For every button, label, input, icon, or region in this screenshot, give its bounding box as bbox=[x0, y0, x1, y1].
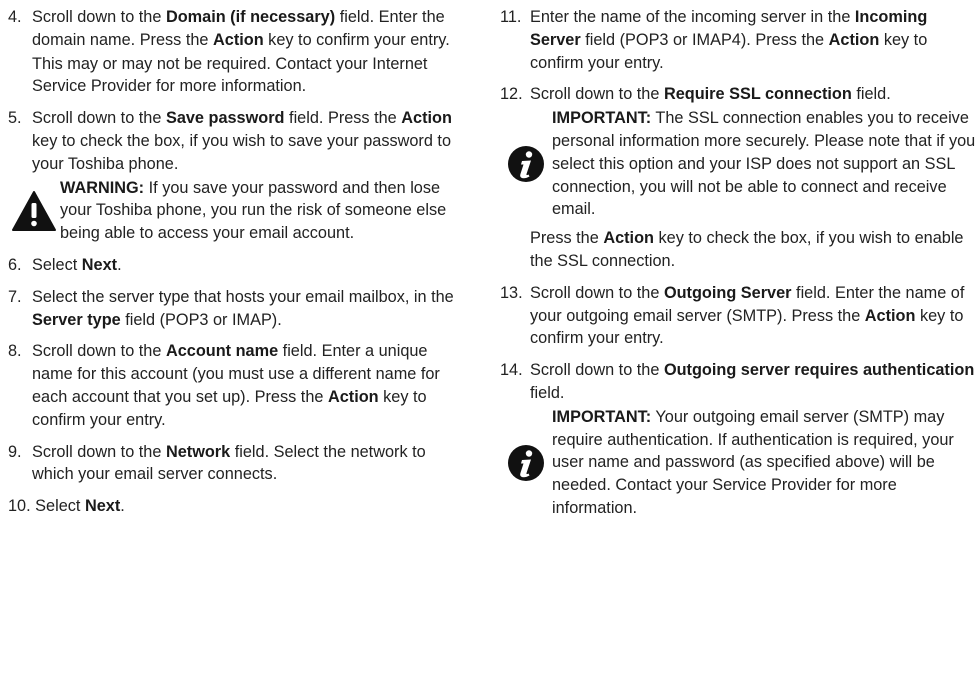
step-text: 10. Select Next. bbox=[8, 497, 125, 516]
step-text: Enter the name of the incoming server in… bbox=[530, 8, 928, 72]
key-name: Action bbox=[828, 30, 880, 49]
step-number: 13. bbox=[500, 283, 523, 302]
step-number: 11. bbox=[500, 8, 522, 26]
step-text: Scroll down to the Save password field. … bbox=[32, 109, 452, 173]
info-icon bbox=[500, 406, 552, 520]
step-number: 14. bbox=[500, 361, 523, 380]
important-text: IMPORTANT: The SSL connection enables yo… bbox=[552, 109, 976, 219]
field-name: Save password bbox=[165, 109, 285, 128]
step-text: Scroll down to the Account name field. E… bbox=[32, 342, 440, 429]
step-number: 12. bbox=[500, 85, 523, 104]
left-column: 4. Scroll down to the Domain (if necessa… bbox=[8, 6, 460, 527]
step-number: 10. bbox=[8, 497, 31, 516]
field-name: Outgoing Server bbox=[663, 283, 792, 302]
step-number: 6. bbox=[8, 255, 22, 274]
key-name: Action bbox=[603, 229, 654, 248]
step-12-continued: Press the Action key to check the box, i… bbox=[530, 227, 976, 273]
step-number: 4. bbox=[8, 8, 22, 26]
step-text: Scroll down to the Require SSL connectio… bbox=[530, 85, 891, 104]
step-7: 7. Select the server type that hosts you… bbox=[8, 286, 460, 332]
important-label: IMPORTANT: bbox=[552, 407, 652, 426]
warning-label: WARNING: bbox=[60, 178, 145, 197]
step-body: Scroll down to the Save password field. … bbox=[32, 107, 460, 175]
key-name: Action bbox=[213, 30, 264, 49]
key-name: Action bbox=[401, 109, 452, 128]
step-number: 8. bbox=[8, 342, 22, 361]
step-body: Select the server type that hosts your e… bbox=[32, 286, 460, 332]
step-5: 5. Scroll down to the Save password fiel… bbox=[8, 107, 460, 175]
step-body: Press the Action key to check the box, i… bbox=[530, 227, 976, 273]
step-8: 8. Scroll down to the Account name field… bbox=[8, 340, 460, 431]
warning-triangle-icon bbox=[8, 177, 60, 245]
field-name: Account name bbox=[165, 342, 279, 361]
step-number: 9. bbox=[8, 442, 22, 461]
step-11: 11. Enter the name of the incoming serve… bbox=[500, 6, 976, 74]
step-text: Select Next. bbox=[32, 255, 122, 274]
button-name: Next bbox=[81, 255, 118, 274]
field-name: Require SSL connection bbox=[663, 85, 852, 104]
warning-text: WARNING: If you save your password and t… bbox=[60, 178, 447, 243]
step-12: 12. Scroll down to the Require SSL conne… bbox=[500, 83, 976, 106]
step-number: 5. bbox=[8, 109, 22, 128]
step-number: 7. bbox=[8, 287, 22, 306]
step-6: 6. Select Next. bbox=[8, 254, 460, 277]
step-text: Scroll down to the Outgoing server requi… bbox=[530, 361, 975, 402]
step-body: Scroll down to the Outgoing Server field… bbox=[530, 282, 976, 350]
step-body: Select Next. bbox=[32, 254, 460, 277]
step-10: 10. Select Next. bbox=[8, 495, 460, 518]
step-body: Scroll down to the Outgoing server requi… bbox=[530, 359, 976, 405]
field-name: Server type bbox=[32, 310, 121, 329]
step-9: 9. Scroll down to the Network field. Sel… bbox=[8, 441, 460, 487]
step-text: Scroll down to the Network field. Select… bbox=[32, 442, 426, 484]
important-note-auth: IMPORTANT: Your outgoing email server (S… bbox=[500, 406, 976, 520]
step-body: 10. Select Next. bbox=[8, 495, 460, 518]
step-text: Select the server type that hosts your e… bbox=[32, 287, 454, 329]
field-name: Domain (if necessary) bbox=[165, 8, 336, 26]
warning-note: WARNING: If you save your password and t… bbox=[8, 177, 460, 245]
step-text: Scroll down to the Outgoing Server field… bbox=[530, 283, 965, 348]
step-13: 13. Scroll down to the Outgoing Server f… bbox=[500, 282, 976, 350]
step-body: Scroll down to the Account name field. E… bbox=[32, 340, 460, 431]
button-name: Next bbox=[84, 497, 121, 516]
field-name: Outgoing server requires authentication bbox=[663, 361, 975, 380]
step-extra-text: This may or may not be required. Contact… bbox=[32, 54, 428, 96]
step-body: Scroll down to the Require SSL connectio… bbox=[530, 83, 976, 106]
step-text: Press the Action key to check the box, i… bbox=[530, 229, 964, 270]
field-name: Network bbox=[165, 442, 231, 461]
key-name: Action bbox=[327, 387, 379, 406]
right-column: 11. Enter the name of the incoming serve… bbox=[500, 6, 976, 529]
step-4: 4. Scroll down to the Domain (if necessa… bbox=[8, 6, 460, 98]
step-body: Enter the name of the incoming server in… bbox=[530, 6, 976, 74]
key-name: Action bbox=[864, 306, 916, 325]
important-text: IMPORTANT: Your outgoing email server (S… bbox=[552, 407, 954, 517]
step-body: Scroll down to the Domain (if necessary)… bbox=[32, 6, 460, 98]
step-body: Scroll down to the Network field. Select… bbox=[32, 441, 460, 487]
important-label: IMPORTANT: bbox=[552, 109, 652, 128]
step-text: Scroll down to the Domain (if necessary)… bbox=[32, 8, 450, 49]
info-icon bbox=[500, 107, 552, 221]
important-note-ssl: IMPORTANT: The SSL connection enables yo… bbox=[500, 107, 976, 221]
step-14: 14. Scroll down to the Outgoing server r… bbox=[500, 359, 976, 405]
